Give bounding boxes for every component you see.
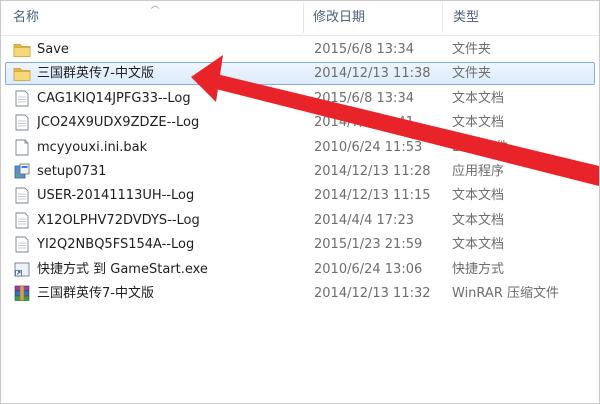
annotation-arrow-shaft <box>204 71 599 186</box>
annotation-arrow <box>191 55 599 186</box>
file-explorer-list: 名称 ︿ 修改日期 类型 Save 2015/6/8 13:34 文件夹 三国群英传7… <box>0 0 600 404</box>
